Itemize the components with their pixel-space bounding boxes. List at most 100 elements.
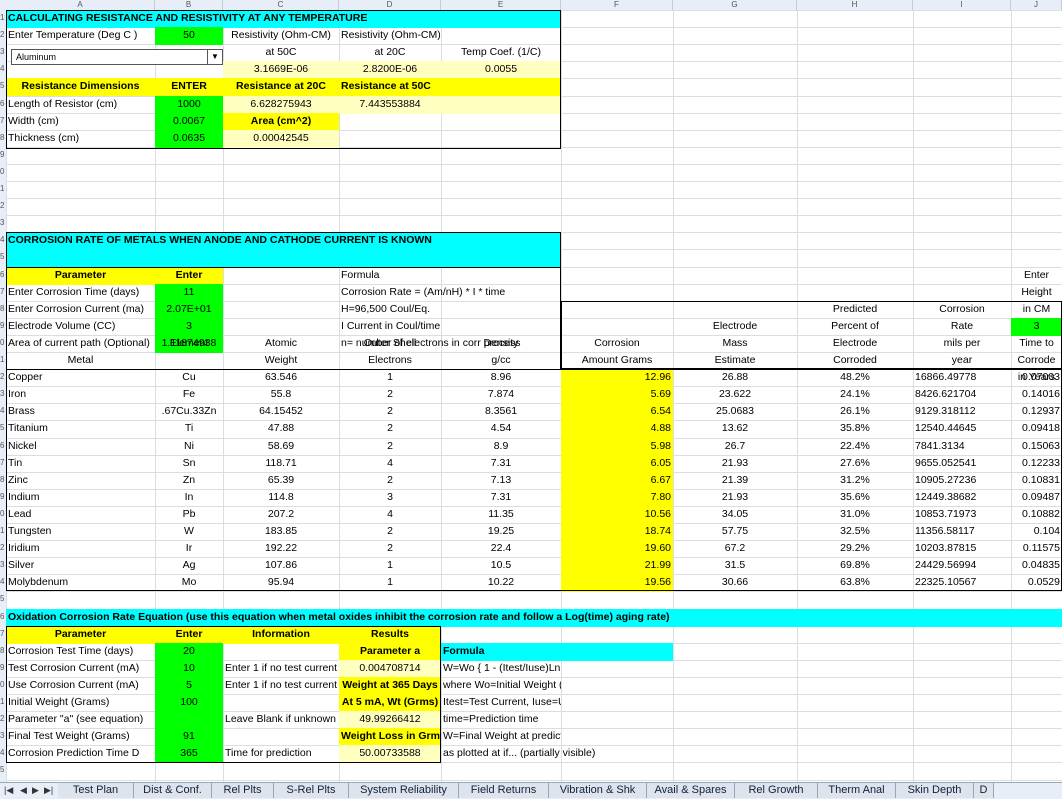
table-cell[interactable]: 2 (339, 420, 441, 438)
table-cell[interactable]: Zn (155, 472, 223, 490)
r20-value[interactable]: 6.628275943 (223, 96, 339, 114)
res50-value[interactable]: 3.1669E-06 (223, 61, 339, 79)
chevron-down-icon[interactable]: ▼ (207, 50, 222, 64)
param-label3[interactable]: Parameter "a" (see equation) (6, 711, 155, 729)
table-cell[interactable]: 0.14016 (1011, 386, 1062, 404)
param-input3[interactable]: 100 (155, 694, 223, 712)
param-input3[interactable]: 20 (155, 643, 223, 661)
table-cell[interactable]: 5.98 (561, 438, 673, 456)
table-cell[interactable]: 29.2% (797, 540, 913, 558)
param-label3[interactable]: Test Corrosion Current (mA) (6, 660, 155, 678)
column-header-b[interactable]: B (155, 0, 223, 10)
res50-sub[interactable]: at 50C (223, 44, 339, 62)
table-cell[interactable]: 19.60 (561, 540, 673, 558)
table-cell[interactable]: Zinc (6, 472, 155, 490)
sheet-tab[interactable]: Field Returns (459, 783, 549, 798)
area-value[interactable]: 0.00042545 (223, 130, 339, 148)
table-cell[interactable]: 1 (339, 557, 441, 575)
table-cell[interactable]: 4 (339, 455, 441, 473)
table-cell[interactable]: Molybdenum (6, 574, 155, 592)
table-cell[interactable]: 23.622 (673, 386, 797, 404)
table-cell[interactable]: 2 (339, 386, 441, 404)
table-cell[interactable]: 7.31 (441, 455, 561, 473)
column-header-i[interactable]: I (913, 0, 1011, 10)
info-header[interactable]: Information (223, 626, 339, 644)
temp-input[interactable]: 50 (155, 27, 223, 45)
section1-title[interactable]: CALCULATING RESISTANCE AND RESISTIVITY A… (6, 10, 561, 28)
table-cell[interactable]: 31.2% (797, 472, 913, 490)
table-cell[interactable]: 192.22 (223, 540, 339, 558)
table-cell[interactable]: 10.22 (441, 574, 561, 592)
r50-header[interactable]: Resistance at 50C (339, 78, 561, 96)
next-sheet-icon[interactable]: ▶ (32, 785, 39, 796)
table-cell[interactable]: W (155, 523, 223, 541)
table-cell[interactable]: 7.13 (441, 472, 561, 490)
table-cell[interactable]: Brass (6, 403, 155, 421)
table-cell[interactable]: 183.85 (223, 523, 339, 541)
length-label[interactable]: Length of Resistor (cm) (6, 96, 155, 114)
param-input3[interactable]: 91 (155, 728, 223, 746)
table-cell[interactable]: 4 (339, 506, 441, 524)
table-cell[interactable]: 67.2 (673, 540, 797, 558)
table-cell[interactable]: Pb (155, 506, 223, 524)
table-cell[interactable]: Tin (6, 455, 155, 473)
table-cell[interactable]: 18.74 (561, 523, 673, 541)
table-cell[interactable]: 69.8% (797, 557, 913, 575)
dims-header[interactable]: Resistance Dimensions (6, 78, 155, 96)
param-input3[interactable]: 10 (155, 660, 223, 678)
table-cell[interactable]: 16866.49778 (913, 369, 1011, 387)
param-label3[interactable]: Corrosion Prediction Time D (6, 745, 155, 763)
table-cell[interactable]: 58.69 (223, 438, 339, 456)
height-input[interactable]: 3 (1011, 318, 1062, 336)
table-cell[interactable]: Iron (6, 386, 155, 404)
param-label[interactable]: Enter Corrosion Time (days) (6, 284, 155, 302)
thickness-label[interactable]: Thickness (cm) (6, 130, 155, 148)
param-label3[interactable]: Use Corrosion Current (mA) (6, 677, 155, 695)
table-cell[interactable]: 63.546 (223, 369, 339, 387)
table-cell[interactable]: 0.10831 (1011, 472, 1062, 490)
sheet-tab[interactable]: Rel Plts (212, 783, 274, 798)
column-header-c[interactable]: C (223, 0, 339, 10)
table-cell[interactable]: .67Cu.33Zn (155, 403, 223, 421)
table-cell[interactable]: 24429.56994 (913, 557, 1011, 575)
table-cell[interactable]: 6.05 (561, 455, 673, 473)
table-cell[interactable]: 4.88 (561, 420, 673, 438)
table-cell[interactable]: 0.10882 (1011, 506, 1062, 524)
table-cell[interactable]: 0.0529 (1011, 574, 1062, 592)
table-cell[interactable]: Iridium (6, 540, 155, 558)
area-header[interactable]: Area (cm^2) (223, 113, 339, 131)
table-cell[interactable]: 7.31 (441, 489, 561, 507)
sheet-tab[interactable]: Test Plan (58, 783, 134, 798)
table-cell[interactable]: 2 (339, 523, 441, 541)
table-cell[interactable]: 47.88 (223, 420, 339, 438)
param-label3[interactable]: Initial Weight (Grams) (6, 694, 155, 712)
table-cell[interactable]: 31.5 (673, 557, 797, 575)
table-cell[interactable]: 7841.3134 (913, 438, 1011, 456)
metal-select[interactable]: Aluminum ▼ (11, 49, 223, 65)
element-header[interactable]: Element (155, 335, 223, 353)
table-cell[interactable]: Indium (6, 489, 155, 507)
table-cell[interactable]: 2 (339, 403, 441, 421)
table-cell[interactable]: Ti (155, 420, 223, 438)
table-cell[interactable]: 22.4 (441, 540, 561, 558)
table-cell[interactable]: 1 (339, 369, 441, 387)
table-cell[interactable]: 64.15452 (223, 403, 339, 421)
table-cell[interactable]: 12.96 (561, 369, 673, 387)
table-cell[interactable]: 7.874 (441, 386, 561, 404)
param-label3[interactable]: Final Test Weight (Grams) (6, 728, 155, 746)
table-cell[interactable]: 26.1% (797, 403, 913, 421)
table-cell[interactable]: 30.66 (673, 574, 797, 592)
sheet-tab[interactable]: Skin Depth (896, 783, 974, 798)
table-cell[interactable]: Ag (155, 557, 223, 575)
table-cell[interactable]: 26.88 (673, 369, 797, 387)
res20-label[interactable]: Resistivity (Ohm-CM) (339, 27, 441, 45)
sheet-tab[interactable]: Dist & Conf. (134, 783, 212, 798)
table-cell[interactable]: 10853.71973 (913, 506, 1011, 524)
table-cell[interactable]: 57.75 (673, 523, 797, 541)
prev-sheet-icon[interactable]: ◀ (20, 785, 27, 796)
table-cell[interactable]: 32.5% (797, 523, 913, 541)
table-cell[interactable]: 34.05 (673, 506, 797, 524)
table-cell[interactable]: 8.9 (441, 438, 561, 456)
table-cell[interactable]: 8.96 (441, 369, 561, 387)
table-cell[interactable]: 25.0683 (673, 403, 797, 421)
